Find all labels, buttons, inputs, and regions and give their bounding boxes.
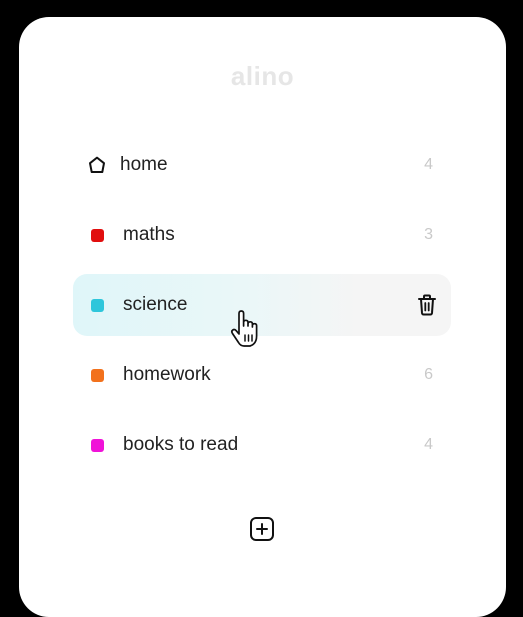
trash-icon[interactable] (416, 293, 438, 317)
list-item-count: 6 (424, 366, 433, 383)
list-item-count: 3 (424, 226, 433, 243)
color-dot-icon (90, 298, 104, 312)
add-list-icon[interactable] (249, 516, 275, 542)
color-dot-icon (90, 438, 104, 452)
list-item-books-to-read[interactable]: books to read 4 (73, 414, 451, 476)
app-logo: alino (230, 61, 295, 91)
list-item-count: 4 (424, 436, 433, 453)
list-item-label: homework (123, 364, 211, 385)
color-dot-icon (90, 368, 104, 382)
list-item-homework[interactable]: homework 6 (73, 344, 451, 406)
list-item-label: science (123, 294, 188, 315)
hand-cursor-icon (230, 310, 258, 347)
list-item-count: 4 (424, 156, 433, 173)
house-icon (89, 156, 105, 173)
list-item-label: home (120, 154, 168, 175)
list-item-home[interactable]: home 4 (73, 134, 451, 196)
list-item-label: maths (123, 224, 175, 245)
color-dot-icon (90, 228, 104, 242)
list-item-maths[interactable]: maths 3 (73, 204, 451, 266)
list-item-label: books to read (123, 434, 239, 455)
